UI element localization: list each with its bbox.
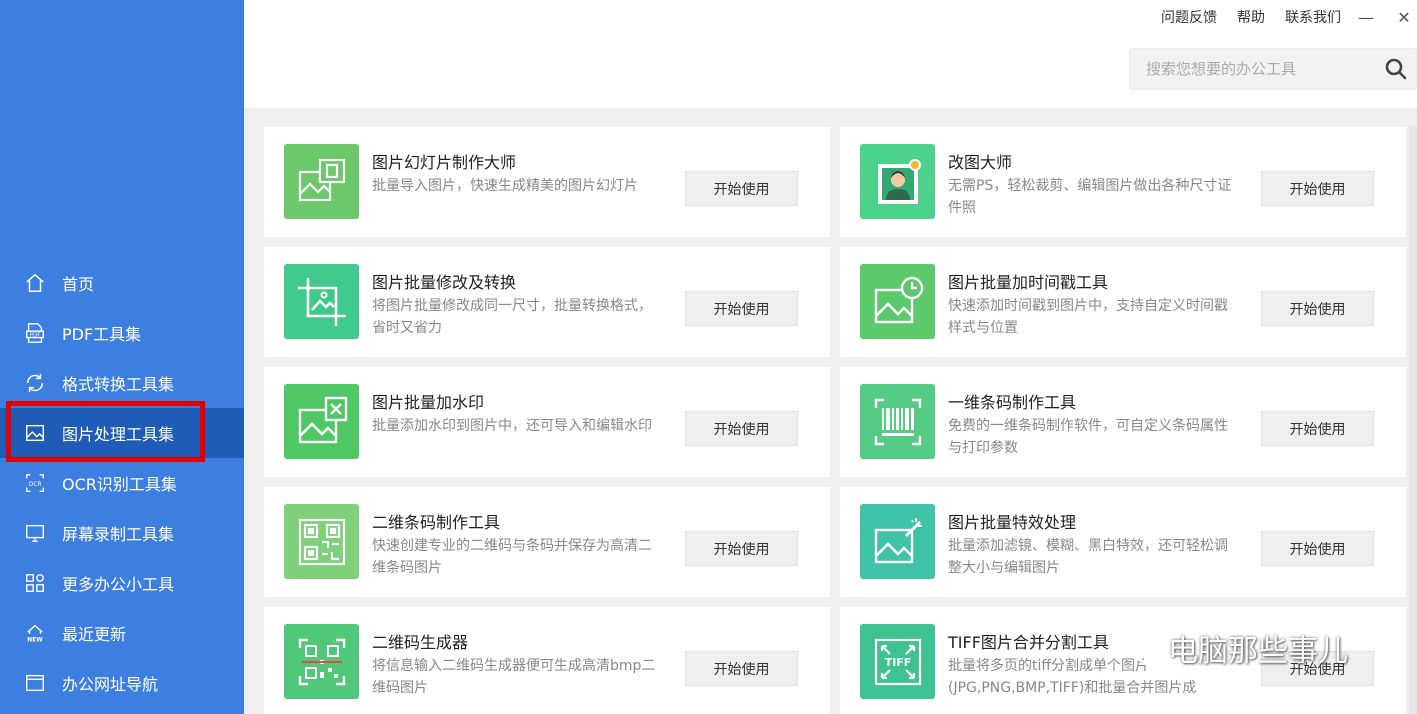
sidebar-item-label: 更多办公小工具 xyxy=(62,575,175,594)
tool-card: 一维条码制作工具 免费的一维条码制作软件，可自定义条码属性与打印参数 开始使用 xyxy=(840,367,1406,477)
sidebar-item-label: 办公网址导航 xyxy=(62,675,159,694)
start-button[interactable]: 开始使用 xyxy=(1261,291,1374,326)
tool-title: 图片批量修改及转换 xyxy=(372,273,517,292)
image-icon xyxy=(22,420,48,446)
sidebar-item-more-tools[interactable]: 更多办公小工具 xyxy=(0,558,244,608)
start-button[interactable]: 开始使用 xyxy=(685,291,798,326)
contact-link[interactable]: 联系我们 xyxy=(1285,7,1341,27)
sidebar-item-recent-updates[interactable]: NEW 最近更新 xyxy=(0,608,244,658)
search-input[interactable] xyxy=(1130,49,1376,89)
tool-desc: 将信息输入二维码生成器便可生成高清bmp二维码图片 xyxy=(372,658,656,696)
sidebar-item-label: 最近更新 xyxy=(62,625,127,644)
sidebar-nav: 首页 PDF PDF工具集 格式转换工具集 图片处理工具集 OCR OCR识别工… xyxy=(0,258,244,708)
top-links: 问题反馈 帮助 联系我们 — ✕ xyxy=(1141,0,1417,34)
search-icon[interactable] xyxy=(1376,48,1416,90)
clock-image-icon xyxy=(860,264,935,339)
start-button[interactable]: 开始使用 xyxy=(1261,531,1374,566)
tool-desc: 快速添加时间戳到图片中，支持自定义时间戳样式与位置 xyxy=(948,298,1228,336)
sidebar-item-label: 屏幕录制工具集 xyxy=(62,525,175,544)
portrait-icon xyxy=(860,144,935,219)
tool-desc: 批量添加水印到图片中，还可导入和编辑水印 xyxy=(372,418,652,434)
start-button[interactable]: 开始使用 xyxy=(685,531,798,566)
watermark: 电脑那些事儿 xyxy=(1118,626,1348,670)
tool-title: 图片批量加水印 xyxy=(372,393,485,412)
start-button[interactable]: 开始使用 xyxy=(685,171,798,206)
sidebar-item-pdf[interactable]: PDF PDF工具集 xyxy=(0,308,244,358)
tool-card: 图片批量特效处理 批量添加滤镜、模糊、黑白特效，还可轻松调整大小与编辑图片 开始… xyxy=(840,487,1406,597)
tool-card: 图片批量加时间戳工具 快速添加时间戳到图片中，支持自定义时间戳样式与位置 开始使… xyxy=(840,247,1406,357)
tool-title: 二维条码制作工具 xyxy=(372,513,501,532)
tool-title: 图片批量特效处理 xyxy=(948,513,1077,532)
tool-title: 二维码生成器 xyxy=(372,633,469,652)
sidebar-item-ocr[interactable]: OCR OCR识别工具集 xyxy=(0,458,244,508)
start-button[interactable]: 开始使用 xyxy=(1261,171,1374,206)
svg-text:PDF: PDF xyxy=(30,333,41,339)
help-link[interactable]: 帮助 xyxy=(1237,7,1265,27)
tool-desc: 批量导入图片，快速生成精美的图片幻灯片 xyxy=(372,178,638,194)
slideshow-icon xyxy=(284,144,359,219)
magic-image-icon xyxy=(860,504,935,579)
refresh-icon xyxy=(22,370,48,396)
grid-icon xyxy=(22,570,48,596)
tool-card: 二维条码制作工具 快速创建专业的二维码与条码并保存为高清二维条码图片 开始使用 xyxy=(264,487,830,597)
tool-title: 图片批量加时间戳工具 xyxy=(948,273,1109,292)
sidebar-item-label: 图片处理工具集 xyxy=(62,425,175,444)
sidebar-item-home[interactable]: 首页 xyxy=(0,258,244,308)
barcode-icon xyxy=(860,384,935,459)
close-button[interactable]: ✕ xyxy=(1391,8,1417,27)
scrollbar[interactable] xyxy=(1409,126,1417,714)
tool-title: TIFF图片合并分割工具 xyxy=(948,633,1109,652)
sidebar-item-label: OCR识别工具集 xyxy=(62,475,177,494)
start-button[interactable]: 开始使用 xyxy=(685,651,798,686)
pdf-icon: PDF xyxy=(22,320,48,346)
sidebar-item-screen-record[interactable]: 屏幕录制工具集 xyxy=(0,508,244,558)
tool-card: 图片幻灯片制作大师 批量导入图片，快速生成精美的图片幻灯片 开始使用 xyxy=(264,127,830,237)
tool-title: 图片幻灯片制作大师 xyxy=(372,153,517,172)
qrcode-icon xyxy=(284,504,359,579)
tool-desc: 将图片批量修改成同一尺寸，批量转换格式，省时又省力 xyxy=(372,298,652,336)
header: 问题反馈 帮助 联系我们 — ✕ xyxy=(244,0,1417,108)
wechat-icon xyxy=(1120,631,1159,664)
tool-card: 二维码生成器 将信息输入二维码生成器便可生成高清bmp二维码图片 开始使用 xyxy=(264,607,830,714)
svg-text:OCR: OCR xyxy=(29,481,42,488)
home-icon xyxy=(22,270,48,296)
minimize-button[interactable]: — xyxy=(1353,8,1379,27)
monitor-icon xyxy=(22,520,48,546)
tool-title: 改图大师 xyxy=(948,153,1013,172)
feedback-link[interactable]: 问题反馈 xyxy=(1161,7,1217,27)
sidebar: 首页 PDF PDF工具集 格式转换工具集 图片处理工具集 OCR OCR识别工… xyxy=(0,0,244,714)
tool-desc: 批量添加滤镜、模糊、黑白特效，还可轻松调整大小与编辑图片 xyxy=(948,538,1228,576)
tool-desc: 无需PS，轻松裁剪、编辑图片做出各种尺寸证件照 xyxy=(948,178,1232,216)
sidebar-item-format-convert[interactable]: 格式转换工具集 xyxy=(0,358,244,408)
watermark-text: 电脑那些事儿 xyxy=(1168,634,1348,669)
qr-generator-icon xyxy=(284,624,359,699)
ocr-icon: OCR xyxy=(22,470,48,496)
sidebar-item-image-tools[interactable]: 图片处理工具集 xyxy=(0,408,244,458)
svg-text:TIFF: TIFF xyxy=(884,656,911,669)
browser-icon xyxy=(22,670,48,696)
sidebar-item-label: PDF工具集 xyxy=(62,325,142,344)
sidebar-item-web-nav[interactable]: 办公网址导航 xyxy=(0,658,244,708)
new-icon: NEW xyxy=(22,620,48,646)
watermark-icon xyxy=(284,384,359,459)
start-button[interactable]: 开始使用 xyxy=(1261,411,1374,446)
tool-card: 图片批量加水印 批量添加水印到图片中，还可导入和编辑水印 开始使用 xyxy=(264,367,830,477)
tool-desc: 快速创建专业的二维码与条码并保存为高清二维条码图片 xyxy=(372,538,652,576)
tool-desc: 免费的一维条码制作软件，可自定义条码属性与打印参数 xyxy=(948,418,1228,456)
search-box xyxy=(1129,48,1417,90)
sidebar-item-label: 格式转换工具集 xyxy=(62,375,175,394)
tool-title: 一维条码制作工具 xyxy=(948,393,1077,412)
tools-grid: 图片幻灯片制作大师 批量导入图片，快速生成精美的图片幻灯片 开始使用 改图大师 … xyxy=(244,108,1417,714)
tool-card: 改图大师 无需PS，轻松裁剪、编辑图片做出各种尺寸证件照 开始使用 xyxy=(840,127,1406,237)
start-button[interactable]: 开始使用 xyxy=(685,411,798,446)
crop-icon xyxy=(284,264,359,339)
sidebar-item-label: 首页 xyxy=(62,275,95,294)
tiff-icon: TIFF xyxy=(860,624,935,699)
tool-card: 图片批量修改及转换 将图片批量修改成同一尺寸，批量转换格式，省时又省力 开始使用 xyxy=(264,247,830,357)
svg-text:NEW: NEW xyxy=(27,636,43,643)
